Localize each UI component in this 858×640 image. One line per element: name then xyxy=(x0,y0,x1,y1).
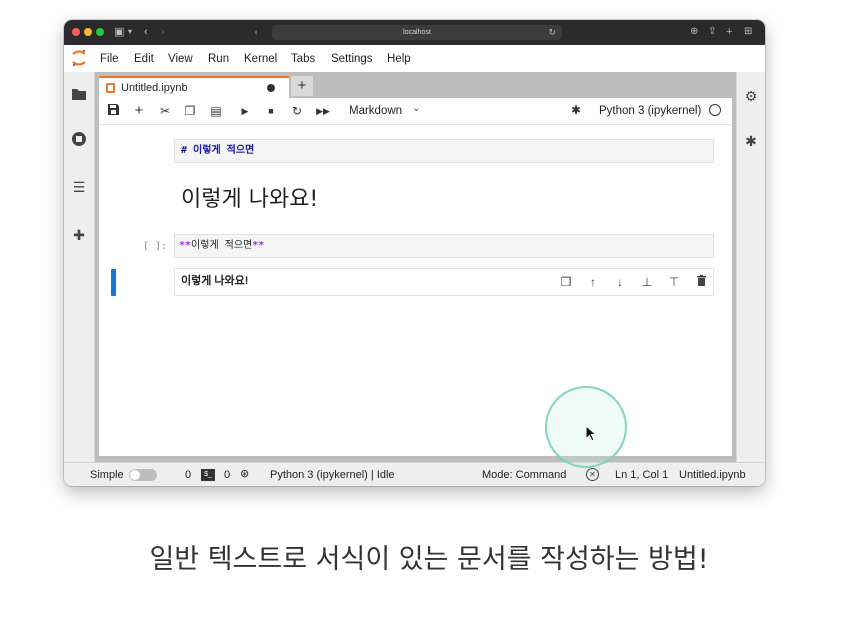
unsaved-dot-icon[interactable] xyxy=(267,84,275,92)
menu-settings[interactable]: Settings xyxy=(331,52,373,66)
chevron-down-icon[interactable]: ⌄ xyxy=(412,103,420,114)
save-icon[interactable] xyxy=(105,103,121,119)
kernels-count[interactable]: 0 xyxy=(224,468,230,482)
status-file-name: Untitled.ipynb xyxy=(679,469,746,481)
share-icon[interactable]: ⇪ xyxy=(708,24,716,40)
kernel-chip-icon[interactable]: ⊛ xyxy=(240,467,249,480)
status-bar: Simple 0 $_ 0 ⊛ Python 3 (ipykernel) | I… xyxy=(64,462,765,486)
markdown-source-cell-bold[interactable]: **이렇게 적으면** xyxy=(174,234,714,258)
rendered-heading[interactable]: 이렇게 나와요! xyxy=(181,186,318,214)
fast-forward-icon[interactable]: ▶▶ xyxy=(315,103,331,119)
address-text: localhost xyxy=(403,29,431,36)
debugger-bug-icon[interactable]: ✱ xyxy=(741,131,761,151)
main-dock-area: Untitled.ipynb + + ✂ ❐ ▤ ▶ ■ ↻ ▶▶ Markdo… xyxy=(95,72,736,462)
terminal-icon[interactable]: $_ xyxy=(201,469,215,481)
menu-tabs[interactable]: Tabs xyxy=(291,52,315,66)
mouse-pointer-icon xyxy=(585,425,598,442)
new-launcher-tab-button[interactable]: + xyxy=(291,76,313,96)
property-inspector-gears-icon[interactable]: ⚙ xyxy=(741,86,761,106)
forward-arrow-icon[interactable]: › xyxy=(161,24,165,40)
address-bar[interactable]: localhost ↻ xyxy=(272,25,562,40)
bold-source-text: 이렇게 적으면 xyxy=(191,240,253,251)
chevron-down-icon[interactable]: ▾ xyxy=(128,24,132,40)
mode-indicator: Mode: Command xyxy=(482,469,567,481)
tab-overview-icon[interactable]: ⊞ xyxy=(744,24,752,40)
close-window-button[interactable] xyxy=(72,28,80,36)
insert-cell-icon[interactable]: + xyxy=(131,103,147,119)
copy-icon[interactable]: ❐ xyxy=(182,103,198,119)
menu-kernel[interactable]: Kernel xyxy=(244,52,277,66)
duplicate-cell-icon[interactable]: ❐ xyxy=(558,274,574,290)
delete-trash-icon[interactable] xyxy=(693,274,709,290)
zoom-window-button[interactable] xyxy=(96,28,104,36)
tab-title: Untitled.ipynb xyxy=(121,82,188,94)
move-down-arrow-icon[interactable]: ↓ xyxy=(612,274,628,290)
notebook-file-icon xyxy=(106,83,115,93)
document-tabbar: Untitled.ipynb + xyxy=(95,72,736,98)
restart-icon[interactable]: ↻ xyxy=(289,103,305,119)
cut-icon[interactable]: ✂ xyxy=(157,103,173,119)
reload-icon[interactable]: ↻ xyxy=(548,25,556,40)
back-arrow-icon[interactable]: ‹ xyxy=(144,24,148,40)
extensions-puzzle-icon[interactable]: ✚ xyxy=(69,225,89,245)
menu-run[interactable]: Run xyxy=(208,52,229,66)
rendered-bold-text: 이렇게 나와요! xyxy=(181,275,249,287)
insert-above-icon[interactable]: ⊥ xyxy=(639,274,655,290)
notebook-toolbar: + ✂ ❐ ▤ ▶ ■ ↻ ▶▶ Markdown ⌄ ✱ Python 3 (… xyxy=(99,98,732,125)
folder-icon[interactable] xyxy=(69,86,89,106)
insert-below-icon[interactable]: ⊤ xyxy=(666,274,682,290)
stop-icon[interactable]: ■ xyxy=(263,103,279,119)
debug-bug-icon[interactable]: ✱ xyxy=(571,103,581,117)
left-sidebar: ☰ ✚ xyxy=(64,72,95,462)
markdown-source-cell[interactable]: # 이렇게 적으면 xyxy=(174,139,714,163)
bold-marker-close: ** xyxy=(252,240,265,251)
new-browser-tab-icon[interactable]: + xyxy=(726,24,732,40)
cell-type-dropdown[interactable]: Markdown xyxy=(349,104,402,118)
notebook-panel: + ✂ ❐ ▤ ▶ ■ ↻ ▶▶ Markdown ⌄ ✱ Python 3 (… xyxy=(99,98,732,456)
kernel-status-text[interactable]: Python 3 (ipykernel) | Idle xyxy=(270,468,395,482)
x-circle-icon[interactable]: ✕ xyxy=(586,468,599,481)
privacy-shield-icon: ◐ xyxy=(254,27,260,37)
menu-edit[interactable]: Edit xyxy=(134,52,154,66)
run-icon[interactable]: ▶ xyxy=(237,103,253,119)
menu-view[interactable]: View xyxy=(168,52,193,66)
caption-text: 일반 텍스트로 서식이 있는 문서를 작성하는 방법! xyxy=(149,544,709,575)
active-cell-indicator[interactable] xyxy=(111,269,116,296)
menu-file[interactable]: File xyxy=(100,52,119,66)
download-icon[interactable]: ⊕ xyxy=(690,24,698,40)
menu-help[interactable]: Help xyxy=(387,52,411,66)
notebook-tab[interactable]: Untitled.ipynb xyxy=(99,76,289,98)
browser-window: ▣ ▾ ‹ › ◐ localhost ↻ ⊕ ⇪ + ⊞ File Edit … xyxy=(64,20,765,486)
input-prompt: [ ]: xyxy=(143,241,168,252)
browser-titlebar: ▣ ▾ ‹ › ◐ localhost ↻ ⊕ ⇪ + ⊞ xyxy=(64,20,765,45)
jupyter-logo-icon xyxy=(72,49,86,67)
paste-icon[interactable]: ▤ xyxy=(208,103,224,119)
cursor-position[interactable]: Ln 1, Col 1 xyxy=(615,468,668,482)
right-sidebar: ⚙ ✱ xyxy=(736,72,765,462)
move-up-arrow-icon[interactable]: ↑ xyxy=(585,274,601,290)
terminals-count[interactable]: 0 xyxy=(185,468,191,482)
table-of-contents-icon[interactable]: ☰ xyxy=(69,177,89,197)
active-markdown-cell[interactable]: 이렇게 나와요! ❐ ↑ ↓ ⊥ ⊤ xyxy=(174,268,714,296)
kernel-name-button[interactable]: Python 3 (ipykernel) xyxy=(599,104,701,118)
jupyter-menubar: File Edit View Run Kernel Tabs Settings … xyxy=(64,45,765,73)
kernel-status-circle-icon xyxy=(709,104,721,116)
simple-mode-label: Simple xyxy=(90,469,124,481)
minimize-window-button[interactable] xyxy=(84,28,92,36)
sidebar-toggle-icon[interactable]: ▣ xyxy=(114,24,124,40)
simple-mode-toggle[interactable] xyxy=(129,469,157,481)
running-sessions-icon[interactable] xyxy=(69,131,89,151)
bold-marker-open: ** xyxy=(179,240,192,251)
